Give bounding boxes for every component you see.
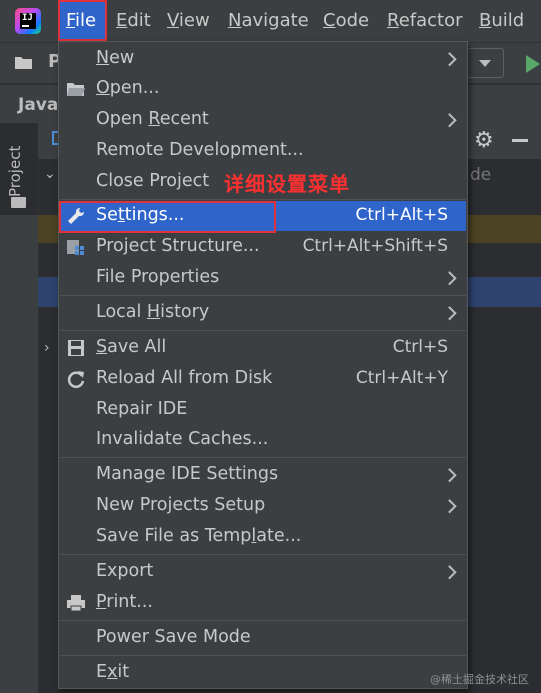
menu-item-save-all[interactable]: Save All Ctrl+S — [60, 333, 466, 363]
menu-item-label: New — [96, 48, 135, 68]
menu-separator — [60, 655, 466, 656]
menu-view[interactable]: View — [167, 10, 210, 31]
menu-item-power-save-mode[interactable]: Power Save Mode — [60, 623, 466, 653]
menu-item-new[interactable]: New — [60, 44, 466, 74]
menu-code[interactable]: Code — [323, 10, 369, 31]
menu-item-remote-development[interactable]: Remote Development... — [60, 136, 466, 166]
settings-highlight-box — [59, 201, 276, 233]
project-tab-label: Project — [6, 145, 24, 197]
menu-item-new-projects-setup[interactable]: New Projects Setup — [60, 491, 466, 521]
project-tool-tab[interactable]: Project — [0, 123, 38, 215]
menu-edit[interactable]: Edit — [116, 10, 151, 31]
printer-icon — [66, 593, 86, 613]
menu-item-label: Power Save Mode — [96, 627, 251, 647]
menu-item-label: Local History — [96, 302, 210, 322]
menu-item-label: Open Recent — [96, 109, 209, 129]
menu-navigate[interactable]: Navigate — [228, 10, 309, 31]
tree-node-fragment: de — [470, 165, 492, 185]
menu-item-label: Invalidate Caches... — [96, 429, 269, 449]
chevron-right-icon[interactable]: › — [44, 340, 50, 356]
file-menu-dropdown: New Open... Open Recent Remote Developme… — [58, 41, 468, 689]
run-icon[interactable] — [526, 55, 540, 73]
chevron-down-icon[interactable]: ⌄ — [44, 166, 56, 182]
menu-item-label: Save File as Template... — [96, 526, 302, 546]
menu-item-exit[interactable]: Exit — [60, 658, 466, 688]
breadcrumb-project[interactable]: Java — [18, 95, 58, 115]
menu-item-open[interactable]: Open... — [60, 74, 466, 104]
menu-build[interactable]: Build — [479, 10, 524, 31]
menu-item-label: New Projects Setup — [96, 495, 266, 515]
menu-item-label: Close Project — [96, 171, 210, 191]
submenu-arrow-icon — [442, 468, 457, 483]
tree-row-selected — [466, 277, 541, 307]
menu-separator — [60, 620, 466, 621]
menu-separator — [60, 554, 466, 555]
menu-item-label: Exit — [96, 662, 130, 682]
watermark: @稀土掘金技术社区 — [430, 673, 529, 686]
submenu-arrow-icon — [442, 565, 457, 580]
menu-shortcut: Ctrl+Alt+Y — [355, 368, 448, 388]
menu-item-project-structure[interactable]: Project Structure... Ctrl+Alt+Shift+S — [60, 232, 466, 262]
menu-item-invalidate-caches[interactable]: Invalidate Caches... — [60, 425, 466, 455]
menu-item-label: Print... — [96, 592, 153, 612]
submenu-arrow-icon — [442, 113, 457, 128]
intellij-logo-icon[interactable]: IJ — [15, 8, 41, 34]
reload-icon — [66, 369, 86, 389]
menu-item-export[interactable]: Export — [60, 557, 466, 587]
hide-panel-icon[interactable] — [512, 139, 528, 142]
menu-item-manage-ide-settings[interactable]: Manage IDE Settings — [60, 460, 466, 490]
menu-shortcut: Ctrl+Alt+Shift+S — [302, 236, 448, 256]
menu-item-label: Remote Development... — [96, 140, 304, 160]
menu-shortcut: Ctrl+Alt+S — [355, 205, 448, 225]
menu-shortcut: Ctrl+S — [392, 337, 448, 357]
menu-item-repair-ide[interactable]: Repair IDE — [60, 395, 466, 425]
menu-item-label: Export — [96, 561, 154, 581]
menu-item-label: Reload All from Disk — [96, 368, 273, 388]
tree-row-highlight — [466, 215, 541, 243]
menu-item-local-history[interactable]: Local History — [60, 298, 466, 328]
submenu-arrow-icon — [442, 499, 457, 514]
menu-item-label: Repair IDE — [96, 399, 188, 419]
menu-file[interactable]: File — [66, 10, 96, 31]
menu-item-label: Open... — [96, 78, 160, 98]
menu-bar: IJ File Edit View Navigate Code Refactor… — [0, 0, 541, 43]
menu-item-open-recent[interactable]: Open Recent — [60, 105, 466, 135]
project-structure-icon — [66, 237, 86, 257]
menu-refactor[interactable]: Refactor — [387, 10, 463, 31]
run-config-dropdown[interactable] — [466, 48, 504, 78]
annotation-label: 详细设置菜单 — [224, 172, 350, 196]
folder-icon — [11, 197, 26, 208]
menu-item-label: File Properties — [96, 267, 220, 287]
open-folder-icon — [66, 79, 86, 99]
menu-separator — [60, 330, 466, 331]
menu-item-label: Save All — [96, 337, 167, 357]
submenu-arrow-icon — [442, 271, 457, 286]
menu-separator — [60, 457, 466, 458]
save-icon — [66, 338, 86, 358]
menu-item-label: Manage IDE Settings — [96, 464, 279, 484]
submenu-arrow-icon — [442, 306, 457, 321]
gear-icon[interactable]: ⚙ — [474, 128, 494, 153]
menu-separator — [60, 199, 466, 200]
open-folder-icon[interactable] — [14, 55, 34, 75]
menu-item-reload-all[interactable]: Reload All from Disk Ctrl+Alt+Y — [60, 364, 466, 394]
menu-item-save-as-template[interactable]: Save File as Template... — [60, 522, 466, 552]
menu-item-label: Project Structure... — [96, 236, 260, 256]
menu-separator — [60, 295, 466, 296]
menu-item-print[interactable]: Print... — [60, 588, 466, 618]
menu-item-file-properties[interactable]: File Properties — [60, 263, 466, 293]
submenu-arrow-icon — [442, 52, 457, 67]
